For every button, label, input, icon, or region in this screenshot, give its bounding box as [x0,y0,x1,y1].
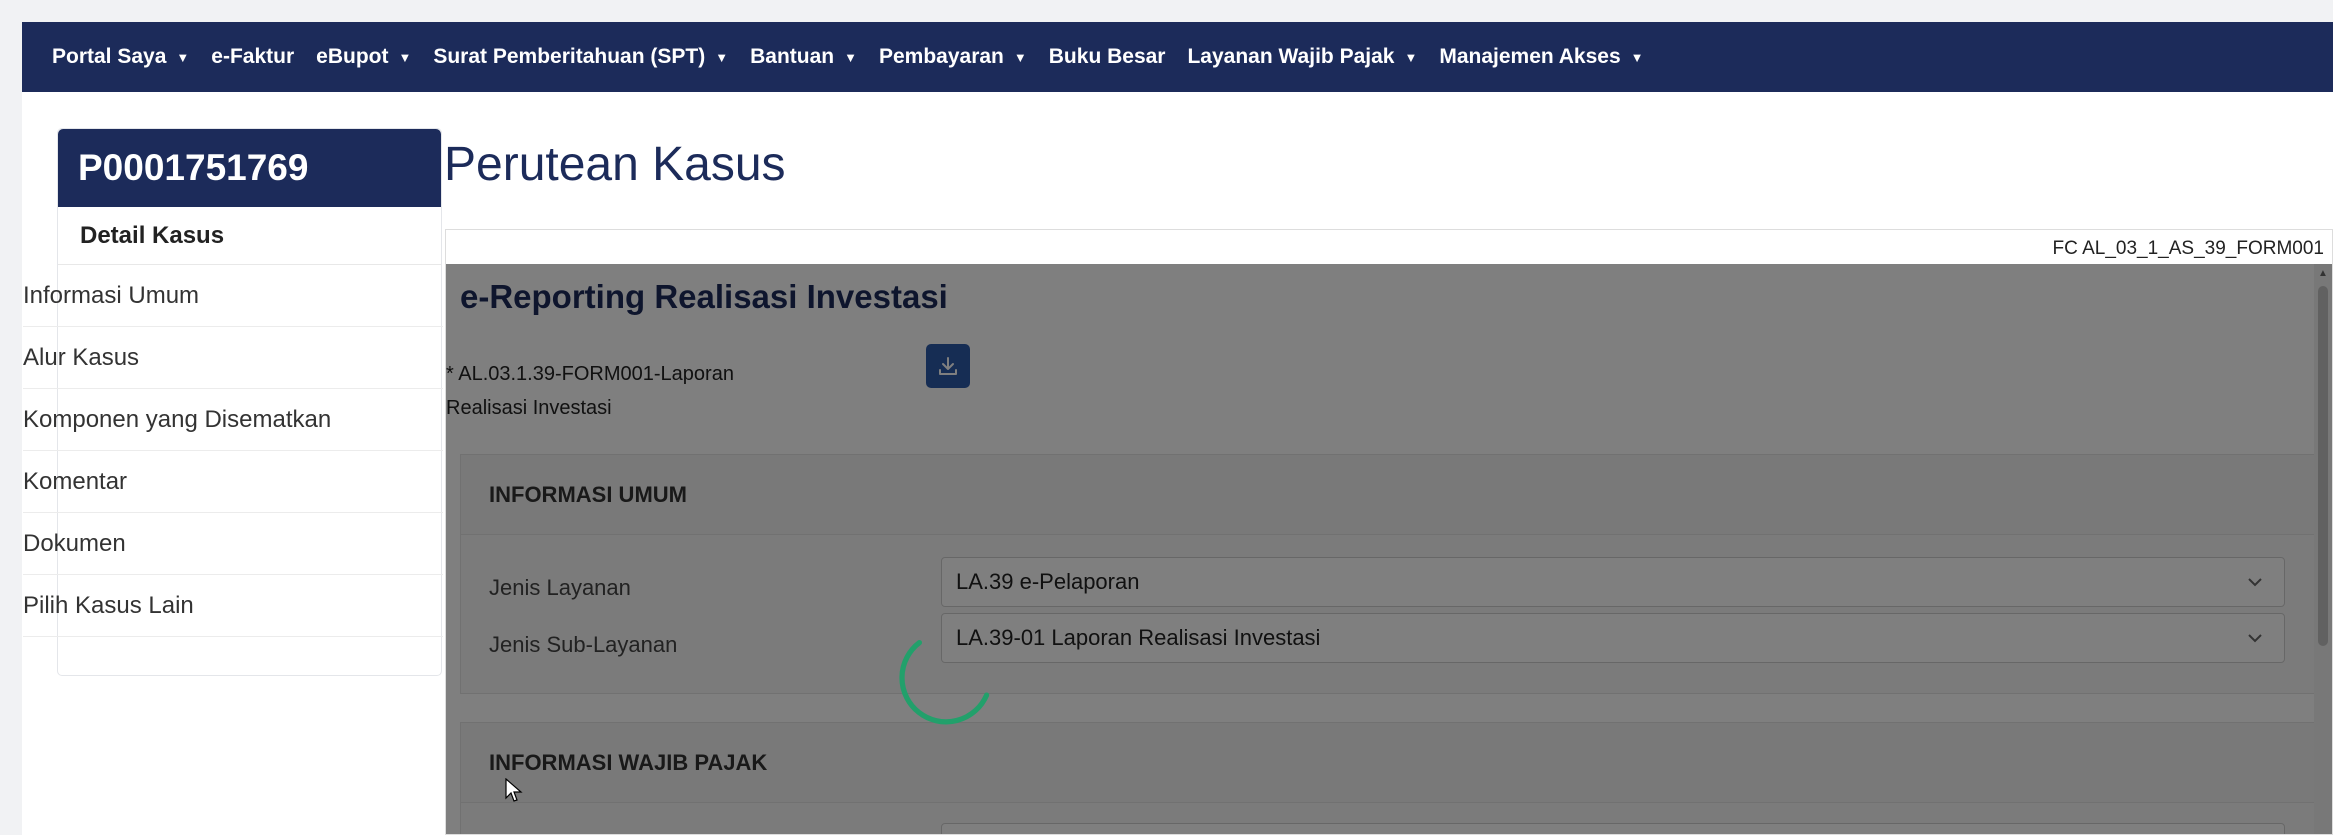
loading-overlay [446,264,2332,834]
nav-portal-saya[interactable]: Portal Saya ▼ [52,45,189,69]
nav-label: Surat Pemberitahuan (SPT) [433,45,706,68]
case-sidebar: P0001751769 Detail Kasus Informasi Umum … [23,128,443,676]
top-navbar: Portal Saya ▼ e-Faktur eBupot ▼ Surat Pemb… [22,22,2333,92]
caret-down-icon: ▼ [1404,49,1418,65]
sidebar-item-alur-kasus[interactable]: Alur Kasus [23,327,443,389]
sidebar-list: Informasi Umum Alur Kasus Komponen yang … [23,265,443,637]
caret-down-icon: ▼ [176,49,190,65]
nav-label: Buku Besar [1048,45,1166,68]
page-title: Perutean Kasus [444,138,786,191]
nav-label: e-Faktur [211,45,295,68]
nav-layanan-wajib-pajak[interactable]: Layanan Wajib Pajak ▼ [1187,45,1417,69]
nav-label: Manajemen Akses [1439,45,1621,68]
caret-down-icon: ▼ [1013,49,1027,65]
sidebar-heading: Detail Kasus [58,207,441,265]
nav-label: Bantuan [750,45,835,68]
nav-buku-besar[interactable]: Buku Besar [1049,45,1166,69]
nav-label: Layanan Wajib Pajak [1187,45,1395,68]
form-panel: FC AL_03_1_AS_39_FORM001 e-Reporting Rea… [445,229,2333,835]
sidebar-item-dokumen[interactable]: Dokumen [23,513,443,575]
nav-label: Pembayaran [878,45,1004,68]
caret-down-icon: ▼ [398,49,412,65]
nav-pembayaran[interactable]: Pembayaran ▼ [879,45,1027,69]
nav-ebupot[interactable]: eBupot ▼ [316,45,411,69]
caret-down-icon: ▼ [844,49,857,65]
form-code-label: FC AL_03_1_AS_39_FORM001 [2052,238,2324,259]
nav-manajemen-akses[interactable]: Manajemen Akses ▼ [1439,45,1643,69]
case-id-header: P0001751769 [58,129,441,207]
loading-spinner-icon [899,639,990,725]
nav-e-faktur[interactable]: e-Faktur [211,45,294,69]
caret-down-icon: ▼ [1630,49,1644,65]
mouse-cursor-icon [505,778,523,802]
nav-label: Portal Saya [52,45,167,68]
nav-bantuan[interactable]: Bantuan ▼ [750,45,857,69]
page-body: P0001751769 Detail Kasus Informasi Umum … [22,92,2333,835]
sidebar-item-informasi-umum[interactable]: Informasi Umum [23,265,443,327]
sidebar-item-komponen[interactable]: Komponen yang Disematkan [23,389,443,451]
caret-down-icon: ▼ [715,49,729,65]
nav-label: eBupot [316,45,389,68]
sidebar-item-komentar[interactable]: Komentar [23,451,443,513]
nav-spt[interactable]: Surat Pemberitahuan (SPT) ▼ [433,45,728,69]
sidebar-item-pilih-kasus-lain[interactable]: Pilih Kasus Lain [23,575,443,637]
